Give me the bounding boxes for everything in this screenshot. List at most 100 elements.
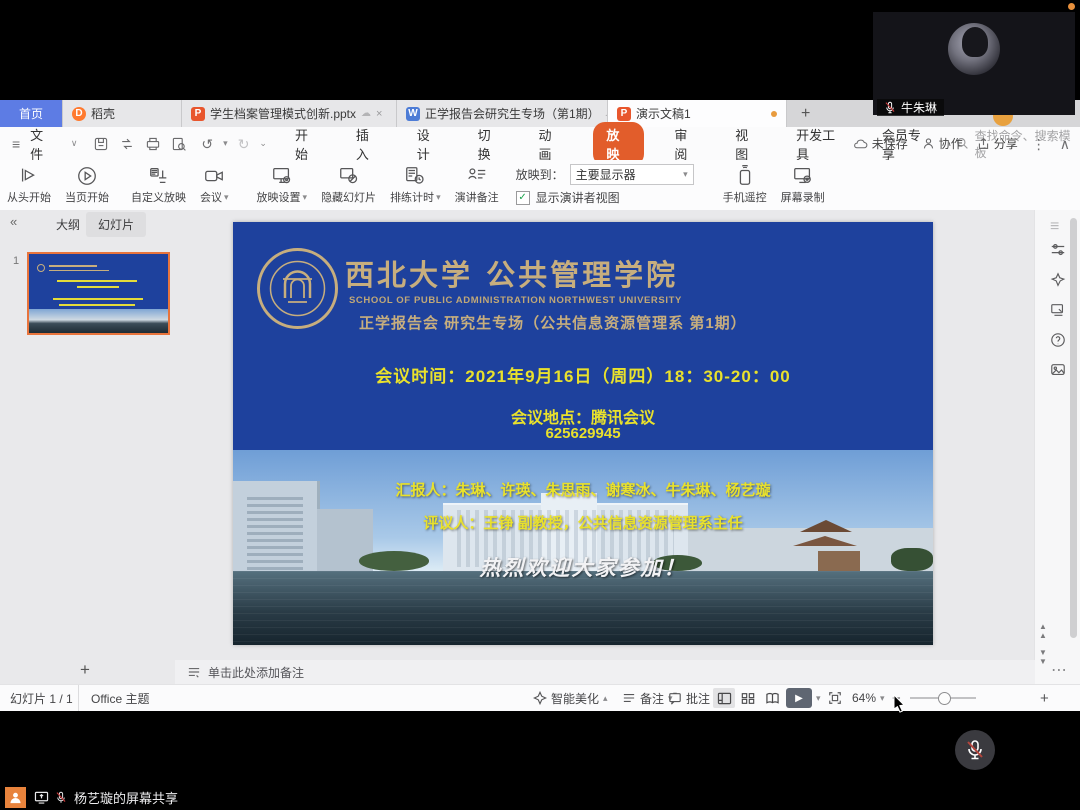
notes-toggle-button[interactable]: 备注▾ [622, 685, 673, 711]
zoom-slider-knob[interactable] [938, 692, 951, 705]
play-slideshow-button[interactable]: ▶▾ [786, 685, 821, 711]
more-menu-icon[interactable]: ⋮ [1032, 137, 1046, 151]
help-icon[interactable] [1050, 332, 1066, 353]
screen-record-button[interactable]: 屏幕录制 [774, 162, 832, 208]
menu-item-insert[interactable]: 插入 [350, 122, 387, 166]
play-icon: ▶ [786, 688, 812, 708]
menu-item-view[interactable]: 视图 [729, 122, 766, 166]
export-icon[interactable] [119, 136, 135, 152]
file-menu[interactable]: 文件 [30, 122, 61, 166]
slide-meeting-id[interactable]: 625629945 [233, 425, 933, 442]
hide-slide-button[interactable]: 隐藏幻灯片 [314, 162, 383, 208]
collapse-ribbon-icon[interactable]: ∧ [1060, 137, 1070, 151]
menu-item-start[interactable]: 开始 [289, 122, 326, 166]
slide-title-school[interactable]: 西北大学 公共管理学院 [345, 252, 678, 294]
phone-icon [734, 165, 756, 187]
wps-window: 首页 D 稻壳 P 学生档案管理模式创新.pptx ☁ × W 正学报告会研究生… [0, 100, 1080, 710]
slide-presenters[interactable]: 汇报人：朱琳、许瑛、朱思雨、谢寒冰、牛朱琳、杨艺璇 [233, 479, 933, 500]
custom-show-button[interactable]: 自定义放映 [124, 162, 193, 208]
more-tools-icon[interactable]: ⌄ [259, 138, 267, 149]
mic-muted-icon [884, 101, 896, 114]
screen-share-icon [34, 791, 49, 804]
slide-sorter-view-button[interactable] [737, 688, 759, 708]
chevron-down-icon[interactable]: ∨ [71, 138, 78, 149]
meeting-button[interactable]: 会议▾ [193, 162, 236, 208]
screen-share-status-bar: 杨艺璇的屏幕共享 [0, 784, 1080, 810]
slide-title-school-en[interactable]: SCHOOL OF PUBLIC ADMINISTRATION NORTHWES… [349, 295, 682, 306]
print-icon[interactable] [145, 136, 161, 152]
display-target-select[interactable]: 主要显示器▾ [570, 164, 694, 185]
presenter-icon [5, 787, 26, 808]
docer-icon: D [72, 107, 86, 121]
rehearse-timing-button[interactable]: 排练计时▾ [383, 162, 448, 208]
collapse-sidebar-icon[interactable]: « [10, 214, 17, 229]
recording-dot [1068, 3, 1075, 10]
participant-video[interactable]: 牛朱琳 [873, 12, 1075, 115]
notes-row: + 单击此处添加备注 [0, 660, 1035, 684]
from-beginning-button[interactable]: 从头开始 [0, 162, 58, 208]
zoom-in-button[interactable]: + [1040, 685, 1049, 711]
undo-icon[interactable]: ↺ [201, 137, 213, 151]
from-current-button[interactable]: 当页开始 [58, 162, 116, 208]
close-tab-icon[interactable]: × [376, 108, 382, 120]
phone-remote-button[interactable]: 手机遥控 [716, 162, 774, 208]
collaborate-button[interactable]: 协作 [922, 135, 963, 152]
rail-more-icon[interactable]: ⋯ [1051, 660, 1067, 680]
screen-record-icon [792, 165, 814, 187]
vertical-scrollbar[interactable] [1070, 218, 1077, 638]
play-circle-icon [76, 165, 98, 187]
effects-star-icon[interactable] [1050, 272, 1066, 293]
slide-reviewer[interactable]: 评议人：王铮 副教授，公共信息资源管理系主任 [233, 512, 933, 533]
share-button[interactable]: 分享 [977, 135, 1018, 152]
slide-canvas[interactable]: 西北大学 公共管理学院 SCHOOL OF PUBLIC ADMINISTRAT… [233, 222, 933, 645]
menu-item-transition[interactable]: 切换 [472, 122, 509, 166]
presenter-view-checkbox[interactable]: ✓ [516, 191, 530, 205]
ribbon-menu-bar: ≡ 文件 ∨ ↺▾ ↻ ⌄ 开始 插入 设计 切换 动画 放映 审阅 视图 开发… [0, 127, 1080, 161]
ppt-file-icon: P [617, 107, 631, 121]
menu-item-design[interactable]: 设计 [411, 122, 448, 166]
microphone-button[interactable] [955, 730, 995, 770]
slide-meeting-time[interactable]: 会议时间：2021年9月16日（周四）18：30-20：00 [233, 362, 933, 387]
mic-muted-icon [964, 738, 986, 762]
custom-show-icon [148, 165, 170, 187]
slide-series-line[interactable]: 正学报告会 研究生专场（公共信息资源管理系 第1期） [359, 312, 747, 333]
reading-view-button[interactable] [761, 688, 783, 708]
menu-item-slideshow-active[interactable]: 放映 [593, 122, 644, 166]
zoom-level[interactable]: 64%▾ [852, 685, 885, 711]
show-settings-button[interactable]: 放映设置▾ [250, 162, 315, 208]
theme-label[interactable]: Office 主题 [78, 685, 149, 711]
properties-sliders-icon[interactable] [1050, 242, 1066, 263]
redo-icon[interactable]: ↻ [238, 137, 250, 151]
normal-view-button[interactable] [713, 688, 735, 708]
add-slide-button[interactable]: + [80, 660, 90, 680]
menu-item-review[interactable]: 审阅 [668, 122, 705, 166]
slide-thumbnail[interactable] [27, 252, 170, 335]
comment-button[interactable]: 批注 [668, 685, 710, 711]
zoom-slider[interactable] [910, 685, 976, 711]
print-preview-icon[interactable] [171, 136, 187, 152]
unsaved-status[interactable]: 未保存 [853, 135, 908, 152]
word-file-icon: W [406, 107, 420, 121]
rehearse-clock-icon [404, 165, 426, 187]
image-tool-icon[interactable] [1050, 362, 1066, 383]
tab-outline[interactable]: 大纲 [44, 212, 92, 237]
prev-slide-icon[interactable]: ▲▲ [1039, 622, 1047, 640]
fit-to-window-button[interactable] [828, 685, 842, 711]
slide-welcome-line[interactable]: 热烈欢迎大家参加！ [233, 552, 933, 582]
notes-input-bar[interactable]: 单击此处添加备注 [175, 660, 1035, 684]
speaker-notes-button[interactable]: 演讲备注 [448, 162, 506, 208]
unsaved-dot [771, 111, 777, 117]
smart-beautify-button[interactable]: 智能美化▴ [533, 685, 608, 711]
next-slide-icon[interactable]: ▼▼ [1039, 648, 1047, 666]
tab-slides[interactable]: 幻灯片 [86, 212, 146, 237]
notes-lines-icon [187, 666, 201, 678]
present-display-icon[interactable] [1050, 302, 1066, 323]
tab-docer[interactable]: D 稻壳 [63, 100, 182, 127]
save-icon[interactable] [93, 136, 109, 152]
participant-avatar [948, 23, 1000, 75]
menu-item-devtools[interactable]: 开发工具 [790, 122, 852, 166]
rail-drag-handle[interactable]: ≡ [1050, 218, 1059, 236]
menu-item-animation[interactable]: 动画 [533, 122, 570, 166]
hamburger-menu-icon[interactable]: ≡ [12, 137, 20, 151]
share-icon [977, 137, 990, 150]
